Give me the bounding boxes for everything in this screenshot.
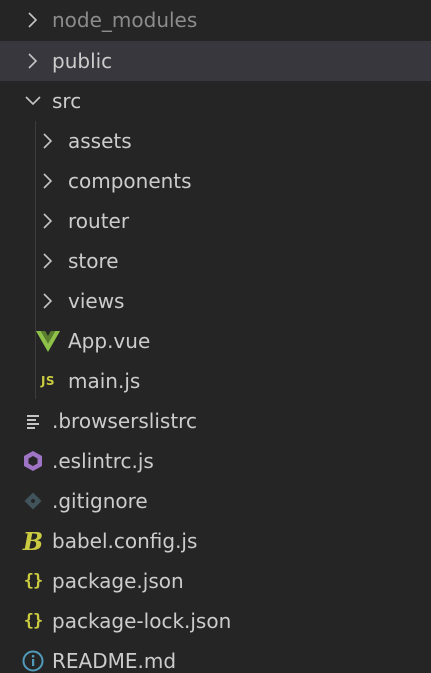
file-browserslistrc[interactable]: .browserslistrc bbox=[0, 401, 431, 441]
chevron-right-icon bbox=[20, 41, 46, 81]
json-icon: {} bbox=[23, 571, 43, 591]
file-gitignore[interactable]: .gitignore bbox=[0, 481, 431, 521]
git-icon bbox=[20, 481, 46, 521]
folder-router[interactable]: router bbox=[0, 201, 431, 241]
folder-label: node_modules bbox=[52, 8, 198, 32]
file-main-js[interactable]: JS main.js bbox=[0, 361, 431, 401]
chevron-right-icon bbox=[20, 0, 46, 40]
chevron-right-icon bbox=[35, 161, 61, 201]
list-lines-icon bbox=[20, 401, 46, 441]
js-icon: JS bbox=[40, 374, 56, 388]
folder-label: src bbox=[52, 89, 82, 113]
file-label: package.json bbox=[52, 569, 184, 593]
file-explorer-tree: node_modules public src assets component… bbox=[0, 0, 431, 673]
folder-label: public bbox=[52, 49, 113, 73]
info-icon bbox=[20, 641, 46, 673]
file-eslintrc-js[interactable]: .eslintrc.js bbox=[0, 441, 431, 481]
file-package-lock-json[interactable]: {} package-lock.json bbox=[0, 601, 431, 641]
folder-label: components bbox=[68, 169, 192, 193]
folder-label: assets bbox=[68, 129, 132, 153]
folder-store[interactable]: store bbox=[0, 241, 431, 281]
file-label: babel.config.js bbox=[52, 529, 198, 553]
folder-public[interactable]: public bbox=[0, 41, 431, 81]
folder-node-modules[interactable]: node_modules bbox=[0, 0, 431, 41]
chevron-right-icon bbox=[35, 241, 61, 281]
file-label: .gitignore bbox=[52, 489, 148, 513]
chevron-right-icon bbox=[35, 201, 61, 241]
file-app-vue[interactable]: App.vue bbox=[0, 321, 431, 361]
file-label: main.js bbox=[68, 369, 141, 393]
folder-label: router bbox=[68, 209, 130, 233]
file-label: package-lock.json bbox=[52, 609, 232, 633]
folder-assets[interactable]: assets bbox=[0, 121, 431, 161]
folder-src[interactable]: src bbox=[0, 81, 431, 121]
folder-views[interactable]: views bbox=[0, 281, 431, 321]
chevron-down-icon bbox=[20, 81, 46, 121]
file-package-json[interactable]: {} package.json bbox=[0, 561, 431, 601]
eslint-icon bbox=[20, 441, 46, 481]
chevron-right-icon bbox=[35, 281, 61, 321]
file-label: App.vue bbox=[68, 329, 151, 353]
file-label: .eslintrc.js bbox=[52, 449, 154, 473]
vue-icon bbox=[35, 321, 61, 361]
file-babel-config-js[interactable]: B babel.config.js bbox=[0, 521, 431, 561]
chevron-right-icon bbox=[35, 121, 61, 161]
file-readme-md[interactable]: README.md bbox=[0, 641, 431, 673]
file-label: .browserslistrc bbox=[52, 409, 197, 433]
json-icon: {} bbox=[23, 611, 43, 631]
babel-icon: B bbox=[22, 526, 44, 556]
file-label: README.md bbox=[52, 649, 177, 673]
folder-components[interactable]: components bbox=[0, 161, 431, 201]
folder-label: store bbox=[68, 249, 119, 273]
folder-label: views bbox=[68, 289, 125, 313]
